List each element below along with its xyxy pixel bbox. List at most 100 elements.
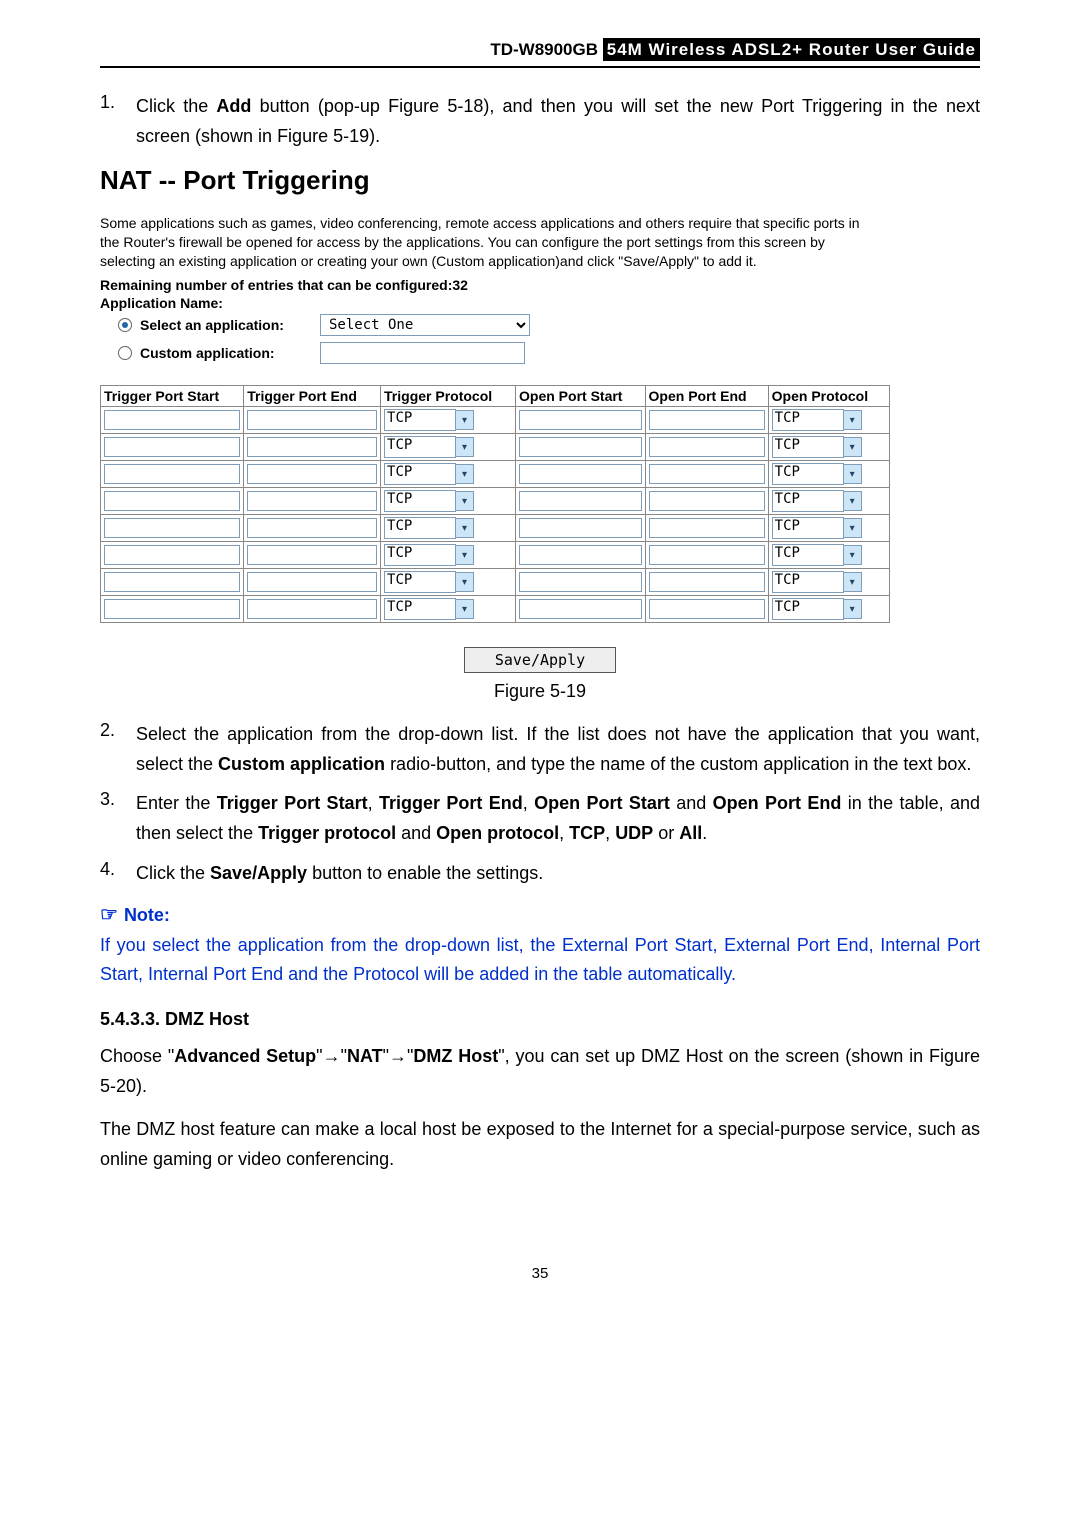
page-number: 35 [100,1265,980,1282]
table-row: TCP▾TCP▾ [101,434,890,461]
trigger-protocol-select[interactable]: TCP [384,463,456,485]
table-row: TCP▾TCP▾ [101,488,890,515]
custom-application-label: Custom application: [140,345,320,361]
table-row: TCP▾TCP▾ [101,596,890,623]
page-header: TD-W8900GB 54M Wireless ADSL2+ Router Us… [100,40,980,66]
open-port-end-input[interactable] [649,572,765,592]
table-header: Trigger Port End [244,386,381,407]
open-protocol-select[interactable]: TCP [772,598,844,620]
chevron-down-icon[interactable]: ▾ [844,518,862,538]
select-application-label: Select an application: [140,317,320,333]
open-port-end-input[interactable] [649,545,765,565]
open-port-end-input[interactable] [649,464,765,484]
trigger-port-start-input[interactable] [104,572,240,592]
trigger-port-end-input[interactable] [247,572,377,592]
save-apply-button[interactable]: Save/Apply [464,647,616,673]
trigger-port-start-input[interactable] [104,437,240,457]
open-port-end-input[interactable] [649,491,765,511]
table-row: TCP▾TCP▾ [101,515,890,542]
trigger-protocol-select[interactable]: TCP [384,517,456,539]
table-row: TCP▾TCP▾ [101,461,890,488]
chevron-down-icon[interactable]: ▾ [456,545,474,565]
open-protocol-select[interactable]: TCP [772,463,844,485]
table-header: Open Port Start [516,386,646,407]
table-row: TCP▾TCP▾ [101,542,890,569]
dmz-paragraph-2: The DMZ host feature can make a local ho… [100,1115,980,1174]
open-port-start-input[interactable] [519,572,642,592]
trigger-protocol-select[interactable]: TCP [384,409,456,431]
figure-caption: Figure 5-19 [100,681,980,702]
open-port-start-input[interactable] [519,410,642,430]
chevron-down-icon[interactable]: ▾ [456,572,474,592]
open-port-start-input[interactable] [519,545,642,565]
port-trigger-table: Trigger Port StartTrigger Port EndTrigge… [100,385,890,623]
trigger-port-end-input[interactable] [247,437,377,457]
chevron-down-icon[interactable]: ▾ [844,464,862,484]
step-1-num: 1. [100,92,136,151]
chevron-down-icon[interactable]: ▾ [456,518,474,538]
header-guide-title: 54M Wireless ADSL2+ Router User Guide [603,38,980,61]
trigger-protocol-select[interactable]: TCP [384,490,456,512]
open-port-start-input[interactable] [519,491,642,511]
chevron-down-icon[interactable]: ▾ [456,491,474,511]
open-port-start-input[interactable] [519,518,642,538]
open-port-start-input[interactable] [519,599,642,619]
open-protocol-select[interactable]: TCP [772,409,844,431]
open-protocol-select[interactable]: TCP [772,490,844,512]
open-port-start-input[interactable] [519,464,642,484]
custom-application-input[interactable] [320,342,525,364]
pointing-hand-icon: ☞ [100,904,118,926]
open-port-start-input[interactable] [519,437,642,457]
trigger-port-end-input[interactable] [247,464,377,484]
radio-select-application[interactable] [118,318,132,332]
chevron-down-icon[interactable]: ▾ [456,437,474,457]
trigger-protocol-select[interactable]: TCP [384,571,456,593]
open-port-end-input[interactable] [649,518,765,538]
table-header: Trigger Port Start [101,386,244,407]
trigger-port-end-input[interactable] [247,545,377,565]
step-3-num: 3. [100,789,136,848]
open-protocol-select[interactable]: TCP [772,517,844,539]
trigger-protocol-select[interactable]: TCP [384,598,456,620]
open-port-end-input[interactable] [649,437,765,457]
dmz-paragraph-1: Choose "Advanced Setup"→"NAT"→"DMZ Host"… [100,1042,980,1101]
trigger-port-end-input[interactable] [247,518,377,538]
open-port-end-input[interactable] [649,410,765,430]
open-protocol-select[interactable]: TCP [772,436,844,458]
application-name-label: Application Name: [100,295,980,311]
screenshot-nat-port-triggering: NAT -- Port Triggering Some applications… [100,165,980,673]
screenshot-title: NAT -- Port Triggering [100,165,980,196]
chevron-down-icon[interactable]: ▾ [456,599,474,619]
trigger-port-start-input[interactable] [104,518,240,538]
open-protocol-select[interactable]: TCP [772,571,844,593]
chevron-down-icon[interactable]: ▾ [844,572,862,592]
chevron-down-icon[interactable]: ▾ [844,491,862,511]
chevron-down-icon[interactable]: ▾ [456,464,474,484]
trigger-port-end-input[interactable] [247,410,377,430]
select-application-dropdown[interactable]: Select One [320,314,530,336]
chevron-down-icon[interactable]: ▾ [844,545,862,565]
step-1-body: Click the Add button (pop-up Figure 5-18… [136,92,980,151]
trigger-port-start-input[interactable] [104,491,240,511]
screenshot-description: Some applications such as games, video c… [100,214,880,271]
trigger-port-end-input[interactable] [247,599,377,619]
trigger-port-start-input[interactable] [104,410,240,430]
chevron-down-icon[interactable]: ▾ [844,599,862,619]
step-3-body: Enter the Trigger Port Start, Trigger Po… [136,789,980,848]
trigger-protocol-select[interactable]: TCP [384,436,456,458]
note-header: ☞Note: [100,902,980,927]
step-4-body: Click the Save/Apply button to enable th… [136,859,980,889]
header-rule [100,66,980,68]
trigger-port-start-input[interactable] [104,545,240,565]
chevron-down-icon[interactable]: ▾ [844,437,862,457]
trigger-port-start-input[interactable] [104,599,240,619]
step-2-num: 2. [100,720,136,779]
chevron-down-icon[interactable]: ▾ [844,410,862,430]
chevron-down-icon[interactable]: ▾ [456,410,474,430]
radio-custom-application[interactable] [118,346,132,360]
open-protocol-select[interactable]: TCP [772,544,844,566]
open-port-end-input[interactable] [649,599,765,619]
trigger-port-end-input[interactable] [247,491,377,511]
trigger-protocol-select[interactable]: TCP [384,544,456,566]
trigger-port-start-input[interactable] [104,464,240,484]
